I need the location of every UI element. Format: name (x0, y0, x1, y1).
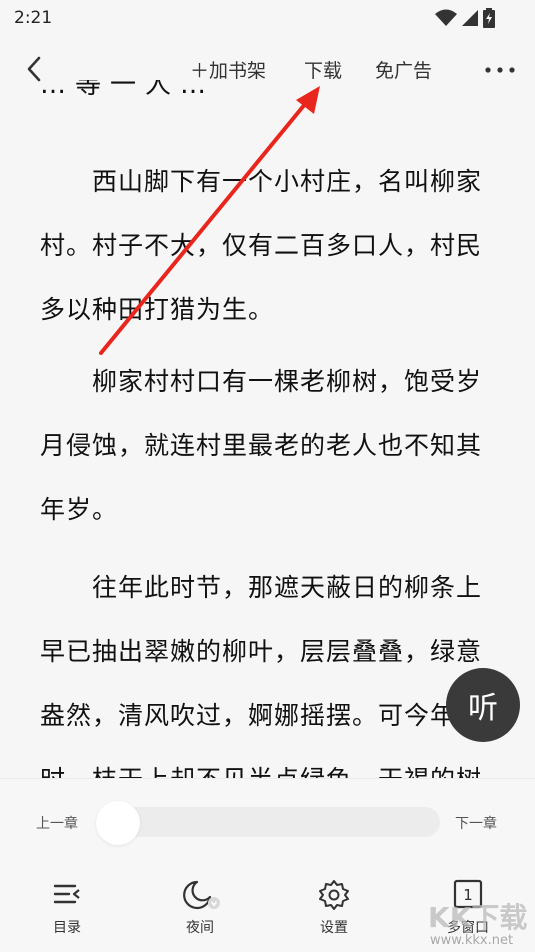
back-arrow-icon (27, 56, 41, 82)
paragraph: 西山脚下有一个小村庄，名叫柳家村。村子不大，仅有二百多口人，村民多以种田打猎为生… (40, 167, 483, 324)
bottom-control-panel: 上一章 下一章 目录 夜间 设置 1 多窗口 (0, 778, 535, 952)
chapter-progress-track[interactable] (96, 807, 440, 837)
nav-label: 多窗口 (447, 920, 489, 936)
night-mode-icon (183, 880, 220, 910)
wifi-icon (435, 9, 457, 26)
signal-icon (462, 10, 478, 26)
status-time: 2:21 (14, 8, 53, 28)
listen-tts-button[interactable]: 听 (446, 668, 520, 742)
next-chapter-button[interactable]: 下一章 (455, 813, 497, 833)
nav-table-of-contents[interactable]: 目录 (27, 879, 107, 937)
download-button[interactable]: 下载 (304, 56, 342, 83)
battery-icon (483, 8, 495, 28)
chapter-progress-thumb[interactable] (96, 801, 140, 845)
paragraph: 柳家村村口有一棵老柳树，饱受岁月侵蚀，就连村里最老的老人也不知其年岁。 (40, 367, 483, 524)
more-dots-icon (485, 67, 515, 73)
multi-window-icon: 1 (453, 879, 483, 909)
back-button[interactable] (20, 54, 50, 84)
add-to-bookshelf-button[interactable]: ＋加书架 (190, 56, 266, 83)
nav-settings[interactable]: 设置 (294, 879, 374, 937)
window-count: 1 (463, 886, 473, 904)
settings-gear-icon (319, 880, 349, 910)
status-bar: 2:21 (0, 0, 535, 36)
prev-chapter-button[interactable]: 上一章 (36, 813, 78, 833)
nav-label: 目录 (53, 920, 81, 936)
reading-content[interactable]: …等一人… 西山脚下有一个小村庄，名叫柳家村。村子不大，仅有二百多口人，村民多以… (0, 80, 535, 778)
more-options-button[interactable] (482, 54, 518, 84)
nav-label: 设置 (320, 920, 348, 936)
status-icons (435, 8, 495, 28)
toc-icon (53, 884, 80, 904)
remove-ads-button[interactable]: 免广告 (375, 56, 432, 83)
paragraph: 往年此时节，那遮天蔽日的柳条上早已抽出翠嫩的柳叶，层层叠叠，绿意盎然，清风吹过，… (40, 573, 483, 778)
nav-label: 夜间 (186, 920, 214, 936)
nav-multi-window[interactable]: 1 多窗口 (428, 879, 508, 937)
reader-toolbar: ＋加书架 下载 免广告 (0, 46, 535, 92)
nav-night-mode[interactable]: 夜间 (160, 879, 240, 937)
